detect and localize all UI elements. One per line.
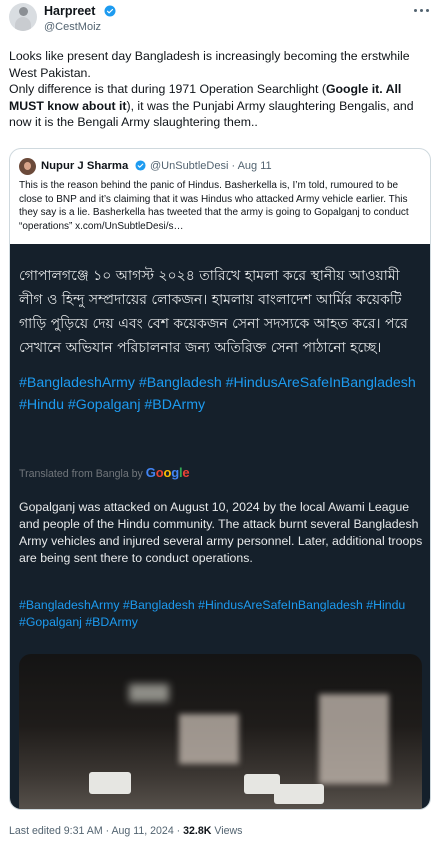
quoted-avatar-face (24, 162, 31, 170)
video-object (274, 784, 324, 804)
tweet-meta: Last edited 9:31 AM · Aug 11, 2024 · 32.… (9, 825, 242, 837)
translated-text: Translated from Bangla by (19, 468, 146, 480)
quoted-tweet-text: This is the reason behind the panic of H… (19, 180, 409, 232)
english-translation: Gopalganj was attacked on August 10, 202… (19, 500, 423, 565)
embedded-screenshot[interactable]: গোপালগঞ্জে ১০ আগস্ট ২০২৪ তারিখে হামলা কর… (10, 244, 430, 809)
tweet-header: Harpreet @CestMoiz (9, 3, 430, 39)
verified-badge-icon (135, 160, 146, 171)
avatar-body (15, 17, 31, 31)
quoted-avatar[interactable] (19, 158, 36, 175)
tweet-text-part2: Only difference is that during 1971 Oper… (9, 82, 326, 97)
author-name[interactable]: Harpreet (44, 4, 95, 18)
tweet: Harpreet @CestMoiz Looks like present da… (0, 0, 439, 844)
google-logo: Google (145, 465, 190, 480)
hashtags-translated: #BangladeshArmy #Bangladesh #HindusAreSa… (19, 598, 406, 629)
tweet-text: Looks like present day Bangladesh is inc… (9, 48, 431, 131)
more-dot (420, 9, 423, 12)
avatar[interactable] (9, 3, 37, 31)
verified-badge-icon (104, 5, 116, 17)
video-thumbnail[interactable] (19, 654, 422, 809)
more-options-icon[interactable] (412, 3, 430, 17)
quoted-author-handle-date[interactable]: @UnSubtleDesi · Aug 11 (150, 160, 272, 172)
views-label: Views (211, 825, 243, 837)
translated-from-label: Translated from Bangla by Google (19, 465, 190, 480)
bangla-text: গোপালগঞ্জে ১০ আগস্ট ২০২৪ তারিখে হামলা কর… (19, 268, 408, 356)
more-dot (414, 9, 417, 12)
quoted-tweet[interactable]: Nupur J Sharma @UnSubtleDesi · Aug 11 Th… (9, 148, 431, 810)
tweet-text-paragraph2: Only difference is that during 1971 Oper… (9, 81, 431, 131)
video-figure (319, 694, 389, 784)
quoted-author-name[interactable]: Nupur J Sharma (41, 160, 128, 172)
hashtags-original: #BangladeshArmy #Bangladesh #HindusAreSa… (19, 375, 416, 413)
avatar-head (19, 7, 28, 16)
video-light (129, 684, 169, 702)
more-dot (426, 9, 429, 12)
author-handle[interactable]: @CestMoiz (44, 21, 101, 33)
video-object (89, 772, 131, 794)
edited-timestamp[interactable]: Last edited 9:31 AM · Aug 11, 2024 · (9, 825, 183, 837)
video-figure (179, 714, 239, 764)
quoted-tweet-header: Nupur J Sharma @UnSubtleDesi · Aug 11 (19, 158, 423, 176)
views-count: 32.8K (183, 825, 212, 837)
tweet-text-line1: Looks like present day Bangladesh is inc… (9, 49, 410, 80)
